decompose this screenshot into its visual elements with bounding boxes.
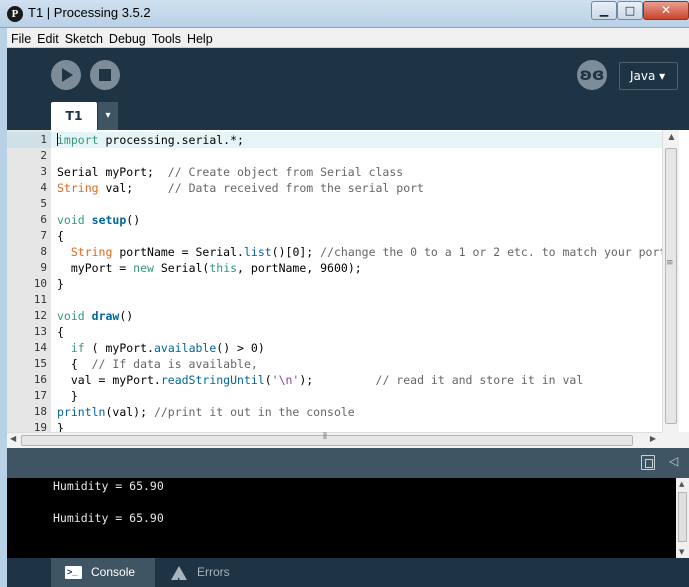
console-line: Humidity = 65.90 — [53, 479, 164, 493]
tab-menu-button[interactable]: ▾ — [98, 102, 118, 130]
code-editor[interactable]: 1 import processing.serial.*; 2 3 Serial m… — [7, 130, 689, 432]
minimize-button[interactable]: ▁ — [591, 1, 617, 20]
run-button[interactable] — [51, 60, 81, 90]
line-number: 9 — [40, 261, 47, 274]
processing-logo-icon: P — [7, 6, 23, 22]
scroll-up-icon[interactable]: ▲ — [663, 132, 680, 141]
line-number: 1 — [7, 132, 51, 148]
message-area: ◁ — [7, 448, 689, 478]
code-line[interactable]: 5 — [7, 196, 662, 212]
line-number: 16 — [33, 373, 47, 386]
scroll-down-icon[interactable]: ▼ — [679, 548, 684, 556]
code-line[interactable]: 10} — [7, 276, 662, 292]
close-icon: ✕ — [660, 3, 672, 17]
code-line[interactable]: 19} — [7, 420, 662, 432]
code-line[interactable]: 14 if ( myPort.available() > 0) — [7, 340, 662, 356]
code-line[interactable]: 8 String portName = Serial.list()[0]; //… — [7, 244, 666, 260]
code-line[interactable]: 7{ — [7, 228, 662, 244]
grip-icon: ⦀ — [323, 432, 327, 442]
line-number: 11 — [33, 293, 47, 306]
tab-console-label: Console — [91, 565, 136, 579]
line-number: 8 — [40, 245, 47, 258]
menu-debug[interactable]: Debug — [105, 30, 148, 46]
stop-button[interactable] — [90, 60, 120, 90]
window-frame — [0, 28, 7, 587]
editor-vertical-scrollbar[interactable]: ▲ ≡ — [662, 130, 679, 432]
console-line: Humidity = 65.90 — [53, 511, 164, 525]
debugger-button[interactable]: ʚɞ — [577, 60, 607, 90]
line-number: 10 — [33, 277, 47, 290]
scrollbar-thumb[interactable] — [21, 435, 633, 446]
stop-icon — [99, 69, 111, 81]
tab-console[interactable]: Console — [51, 558, 155, 587]
menu-edit[interactable]: Edit — [33, 30, 61, 46]
close-button[interactable]: ✕ — [643, 1, 689, 20]
menu-bar: File Edit Sketch Debug Tools Help — [7, 28, 689, 48]
console-output[interactable]: Humidity = 65.90 Humidity = 65.90 ▲ ▼ — [7, 478, 689, 558]
line-number: 15 — [33, 357, 47, 370]
code-line[interactable]: 1 import processing.serial.*; — [7, 132, 662, 148]
warning-icon — [171, 566, 187, 587]
code-line[interactable]: 13{ — [7, 324, 662, 340]
line-number: 2 — [40, 149, 47, 162]
terminal-icon — [65, 558, 82, 587]
line-number: 12 — [33, 309, 47, 322]
mode-selector[interactable]: Java ▾ — [619, 62, 678, 90]
play-icon — [62, 68, 73, 82]
line-number: 14 — [33, 341, 47, 354]
code-line[interactable]: 3 Serial myPort; // Create object from Se… — [7, 164, 662, 180]
scrollbar-corner — [662, 432, 689, 448]
code-line[interactable]: 17 } — [7, 388, 662, 404]
title-bar: P T1 | Processing 3.5.2 ▁ □ ✕ — [0, 0, 689, 28]
line-number: 7 — [40, 229, 47, 242]
console-scrollbar[interactable]: ▲ ▼ — [676, 478, 689, 558]
debugger-butterfly-icon: ʚɞ — [579, 65, 605, 85]
tab-errors-label: Errors — [197, 565, 230, 579]
line-number: 6 — [40, 213, 47, 226]
line-number: 4 — [40, 181, 47, 194]
maximize-button[interactable]: □ — [617, 1, 643, 20]
line-number: 13 — [33, 325, 47, 338]
code-line[interactable]: 18 println(val); //print it out in the co… — [7, 404, 662, 420]
line-number: 3 — [40, 165, 47, 178]
code-line[interactable]: 11 — [7, 292, 662, 308]
copy-icon[interactable] — [641, 455, 655, 470]
tab-errors[interactable]: Errors — [157, 558, 247, 587]
code-line[interactable]: 12 void draw() — [7, 308, 662, 324]
scroll-up-icon[interactable]: ▲ — [679, 480, 684, 488]
line-number: 18 — [33, 405, 47, 418]
footer-tabs: Console Errors — [7, 558, 689, 587]
menu-help[interactable]: Help — [183, 30, 215, 46]
scroll-right-icon[interactable]: ▶ — [650, 434, 656, 443]
scrollbar-thumb[interactable] — [665, 148, 677, 424]
code-line[interactable]: 9 myPort = new Serial(this, portName, 96… — [7, 260, 662, 276]
grip-icon: ≡ — [666, 258, 674, 268]
minimize-icon: ▁ — [599, 4, 609, 17]
line-number: 17 — [33, 389, 47, 402]
toolbar: ʚɞ Java ▾ T1 ▾ — [7, 48, 689, 130]
line-number: 19 — [33, 421, 47, 432]
scrollbar-thumb[interactable] — [678, 492, 687, 542]
window-title: T1 | Processing 3.5.2 — [28, 5, 151, 20]
code-line[interactable]: 16 val = myPort.readStringUntil('\n'); /… — [7, 372, 662, 388]
code-line[interactable]: 15 { // If data is available, — [7, 356, 662, 372]
editor-horizontal-scrollbar[interactable]: ◀ ⦀ ▶ — [7, 432, 662, 448]
scroll-left-icon[interactable]: ◀ — [10, 434, 16, 443]
code-line[interactable]: 6 void setup() — [7, 212, 662, 228]
maximize-icon: □ — [624, 4, 636, 17]
menu-file[interactable]: File — [7, 30, 33, 46]
code-line[interactable]: 2 — [7, 148, 662, 164]
line-number: 5 — [40, 197, 47, 210]
menu-sketch[interactable]: Sketch — [61, 30, 105, 46]
menu-tools[interactable]: Tools — [148, 30, 183, 46]
collapse-console-icon[interactable]: ◁ — [669, 454, 678, 468]
code-line[interactable]: 4 String val; // Data received from the s… — [7, 180, 662, 196]
tab-t1[interactable]: T1 — [51, 102, 97, 130]
